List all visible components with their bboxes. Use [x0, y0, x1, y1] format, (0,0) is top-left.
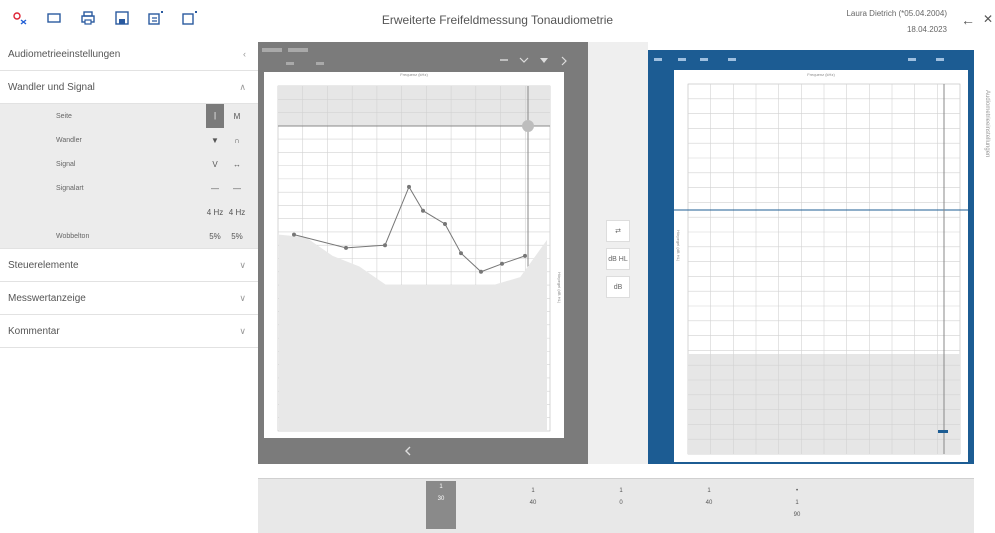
- chevron-down-icon: ∨: [239, 259, 246, 270]
- value-column[interactable]: 1 40: [518, 485, 548, 509]
- cursor-handle: [938, 430, 948, 433]
- speaker-icon[interactable]: ▼: [206, 136, 224, 145]
- chevron-left-icon: ‹: [243, 49, 246, 59]
- value-column[interactable]: • 1 90: [782, 485, 812, 521]
- data-point: [407, 184, 411, 189]
- section-label: Audiometrieeinstellungen: [8, 48, 121, 60]
- hearing-level-axis-label: Hörpegel (dB HL): [676, 230, 681, 262]
- left-panel-header: [258, 42, 588, 72]
- data-point: [443, 222, 447, 226]
- wandler-settings: Seite | M Wandler ▼ ∩ Signal V ↔ Signala…: [0, 104, 258, 249]
- value-column[interactable]: 1 40: [694, 485, 724, 509]
- audiogram-chart[interactable]: [264, 72, 564, 438]
- wobbel-freq-right[interactable]: 4 Hz: [228, 208, 246, 217]
- setting-row-signalart: Signalart — —: [0, 176, 258, 200]
- sidebar: Audiometrieeinstellungen ‹ Wandler und S…: [0, 38, 258, 533]
- data-point: [479, 269, 483, 274]
- setting-row-signal: Signal V ↔: [0, 152, 258, 176]
- side-right-toggle[interactable]: |: [206, 104, 224, 128]
- right-audiogram-card: Frequenz (kHz) Hörpegel (dB HL): [674, 70, 968, 462]
- headphone-icon[interactable]: ∩: [228, 136, 246, 145]
- db-button[interactable]: dB: [606, 276, 630, 298]
- chevron-up-icon: ∧: [239, 81, 246, 92]
- right-panel-header: [654, 58, 944, 61]
- signalart-left-option[interactable]: —: [206, 184, 224, 193]
- chevron-down-icon: ∨: [239, 325, 246, 336]
- top-bar: Erweiterte Freifeldmessung Tonaudiometri…: [0, 0, 995, 38]
- section-label: Steuerelemente: [8, 259, 79, 271]
- middle-controls: ⇄ dB HL dB: [588, 42, 648, 464]
- data-point: [523, 253, 527, 258]
- section-audiometrieeinstellungen[interactable]: Audiometrieeinstellungen ‹: [0, 38, 258, 71]
- right-audiogram-panel: Frequenz (kHz) Hörpegel (dB HL): [648, 50, 974, 464]
- cursor-handle: [522, 120, 534, 132]
- value-column[interactable]: 1 30: [426, 481, 456, 529]
- wobbelton-left[interactable]: 5%: [206, 232, 224, 241]
- data-point: [500, 261, 504, 266]
- audiogram-chart-right[interactable]: [674, 70, 968, 462]
- data-point: [383, 243, 387, 248]
- app-window: Erweiterte Freifeldmessung Tonaudiometri…: [0, 0, 995, 533]
- data-point: [421, 208, 425, 213]
- section-label: Messwertanzeige: [8, 292, 86, 304]
- swap-icon[interactable]: ⇄: [606, 220, 630, 242]
- setting-row-wandler: Wandler ▼ ∩: [0, 128, 258, 152]
- setting-row-wobbelton: Wobbelton 5% 5%: [0, 224, 258, 248]
- shaded-range: [278, 86, 550, 126]
- side-binaural-toggle[interactable]: M: [228, 112, 246, 121]
- section-label: Kommentar: [8, 325, 60, 337]
- signalart-right-option[interactable]: —: [228, 184, 246, 193]
- signal-left-option[interactable]: V: [206, 160, 224, 169]
- left-audiogram-panel: Frequenz (kHz) Hörpegel (dB HL): [258, 42, 588, 464]
- back-arrow-icon[interactable]: ←: [961, 12, 975, 28]
- side-strip-label: Audiometrieeinstellungen: [984, 90, 990, 158]
- bottom-value-bar: 1 30 1 40 1 0 1 40 • 1 90: [258, 478, 974, 533]
- setting-row-wobbel-freq: 4 Hz 4 Hz: [0, 200, 258, 224]
- db-hl-button[interactable]: dB HL: [606, 248, 630, 270]
- close-icon[interactable]: ✕: [983, 12, 993, 26]
- chevron-down-icon: ∨: [239, 292, 246, 303]
- patient-info: Laura Dietrich (*05.04.2004) 18.04.2023: [846, 6, 947, 38]
- measurement-date: 18.04.2023: [906, 25, 947, 34]
- section-messwertanzeige[interactable]: Messwertanzeige ∨: [0, 282, 258, 315]
- frequency-axis-title: Frequenz (kHz): [807, 72, 835, 77]
- section-kommentar[interactable]: Kommentar ∨: [0, 315, 258, 348]
- left-panel-footer: [258, 438, 588, 464]
- section-label: Wandler und Signal: [8, 81, 95, 93]
- wobbel-freq-left[interactable]: 4 Hz: [206, 208, 224, 217]
- section-steuerelemente[interactable]: Steuerelemente ∨: [0, 249, 258, 282]
- setting-row-seite: Seite | M: [0, 104, 258, 128]
- frequency-axis-title: Frequenz (kHz): [400, 72, 428, 77]
- right-side-strip: Audiometrieeinstellungen: [976, 50, 995, 470]
- section-wandler-und-signal[interactable]: Wandler und Signal ∧: [0, 71, 258, 104]
- value-column[interactable]: 1 0: [606, 485, 636, 509]
- data-point: [459, 251, 463, 256]
- left-audiogram-card: Frequenz (kHz) Hörpegel (dB HL): [264, 72, 564, 438]
- hearing-level-axis-label: Hörpegel (dB HL): [557, 272, 562, 304]
- data-point: [344, 245, 348, 250]
- data-point: [292, 232, 296, 237]
- wobbelton-right[interactable]: 5%: [228, 232, 246, 241]
- signal-right-option[interactable]: ↔: [228, 160, 246, 169]
- patient-name: Laura Dietrich (*05.04.2004): [846, 9, 947, 18]
